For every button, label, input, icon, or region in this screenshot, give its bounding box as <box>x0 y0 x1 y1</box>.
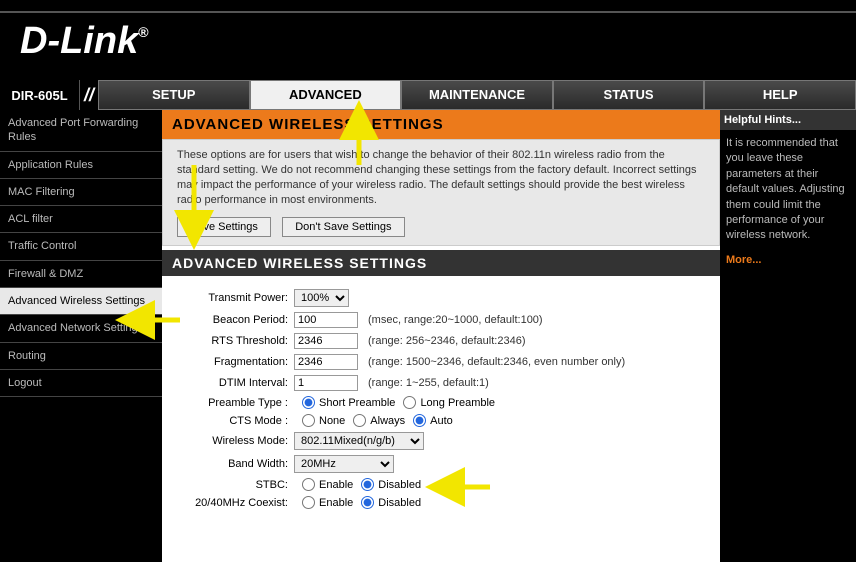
sidebar: Advanced Port Forwarding Rules Applicati… <box>0 110 162 562</box>
help-more-link[interactable]: More... <box>726 254 761 266</box>
save-button[interactable]: Save Settings <box>177 217 271 237</box>
main-panel: ADVANCED WIRELESS SETTINGS These options… <box>162 110 720 562</box>
label-wireless-mode: Wireless Mode: <box>166 435 294 447</box>
label-coexist: 20/40MHz Coexist: <box>166 497 294 509</box>
settings-form: Transmit Power: 100% Beacon Period: (mse… <box>162 276 720 522</box>
radio-stbc-disabled[interactable] <box>361 478 374 491</box>
brand-logo: D-Link® <box>20 20 149 63</box>
label-dtim-interval: DTIM Interval: <box>166 377 294 389</box>
model-label: DIR-605L <box>0 80 80 110</box>
sidebar-item-mac-filtering[interactable]: MAC Filtering <box>0 179 162 206</box>
radio-preamble-short[interactable] <box>302 396 315 409</box>
band-width-select[interactable]: 20MHz <box>294 455 394 473</box>
sidebar-item-traffic-control[interactable]: Traffic Control <box>0 233 162 260</box>
label-cts-mode: CTS Mode : <box>166 415 294 427</box>
header: D-Link® <box>0 0 856 80</box>
fragmentation-input[interactable] <box>294 354 358 370</box>
tab-bar: SETUP ADVANCED MAINTENANCE STATUS HELP <box>98 80 856 110</box>
tab-advanced[interactable]: ADVANCED <box>250 80 402 110</box>
brand-text: D-Link <box>20 20 138 62</box>
opt-preamble-long: Long Preamble <box>420 397 495 409</box>
opt-cts-auto: Auto <box>430 415 453 427</box>
label-beacon-period: Beacon Period: <box>166 314 294 326</box>
dont-save-button[interactable]: Don't Save Settings <box>282 217 404 237</box>
tab-setup[interactable]: SETUP <box>98 80 250 110</box>
help-column: Helpful Hints... It is recommended that … <box>720 110 856 562</box>
tab-status[interactable]: STATUS <box>553 80 705 110</box>
tab-maintenance[interactable]: MAINTENANCE <box>401 80 553 110</box>
sidebar-item-firewall-dmz[interactable]: Firewall & DMZ <box>0 261 162 288</box>
label-fragmentation: Fragmentation: <box>166 356 294 368</box>
opt-stbc-disabled: Disabled <box>378 479 421 491</box>
label-preamble: Preamble Type : <box>166 397 294 409</box>
note-dtim-interval: (range: 1~255, default:1) <box>368 377 489 389</box>
radio-preamble-long[interactable] <box>403 396 416 409</box>
sidebar-item-application-rules[interactable]: Application Rules <box>0 152 162 179</box>
panel-title: ADVANCED WIRELESS SETTINGS <box>162 110 720 139</box>
radio-stbc-enable[interactable] <box>302 478 315 491</box>
tab-help[interactable]: HELP <box>704 80 856 110</box>
help-text: It is recommended that you leave these p… <box>726 136 850 244</box>
opt-cts-none: None <box>319 415 345 427</box>
header-divider <box>0 11 856 13</box>
opt-preamble-short: Short Preamble <box>319 397 395 409</box>
sidebar-item-advanced-wireless[interactable]: Advanced Wireless Settings <box>0 288 162 315</box>
radio-cts-always[interactable] <box>353 414 366 427</box>
sidebar-item-acl-filter[interactable]: ACL filter <box>0 206 162 233</box>
note-beacon-period: (msec, range:20~1000, default:100) <box>368 314 543 326</box>
transmit-power-select[interactable]: 100% <box>294 289 349 307</box>
radio-coexist-enable[interactable] <box>302 496 315 509</box>
opt-cts-always: Always <box>370 415 405 427</box>
dtim-interval-input[interactable] <box>294 375 358 391</box>
wireless-mode-select[interactable]: 802.11Mixed(n/g/b) <box>294 432 424 450</box>
radio-cts-none[interactable] <box>302 414 315 427</box>
label-stbc: STBC: <box>166 479 294 491</box>
opt-coexist-disabled: Disabled <box>378 497 421 509</box>
section-title: ADVANCED WIRELESS SETTINGS <box>162 250 720 276</box>
top-nav: DIR-605L // SETUP ADVANCED MAINTENANCE S… <box>0 80 856 110</box>
description-text: These options are for users that wish to… <box>177 148 705 207</box>
help-title: Helpful Hints... <box>720 110 856 130</box>
radio-cts-auto[interactable] <box>413 414 426 427</box>
sidebar-item-port-forwarding[interactable]: Advanced Port Forwarding Rules <box>0 110 162 152</box>
beacon-period-input[interactable] <box>294 312 358 328</box>
label-rts-threshold: RTS Threshold: <box>166 335 294 347</box>
note-rts-threshold: (range: 256~2346, default:2346) <box>368 335 526 347</box>
note-fragmentation: (range: 1500~2346, default:2346, even nu… <box>368 356 625 368</box>
label-band-width: Band Width: <box>166 458 294 470</box>
slashes-decor: // <box>80 80 98 110</box>
sidebar-item-logout[interactable]: Logout <box>0 370 162 397</box>
radio-coexist-disabled[interactable] <box>361 496 374 509</box>
registered-mark: ® <box>138 24 148 40</box>
opt-stbc-enable: Enable <box>319 479 353 491</box>
rts-threshold-input[interactable] <box>294 333 358 349</box>
opt-coexist-enable: Enable <box>319 497 353 509</box>
description-box: These options are for users that wish to… <box>162 139 720 246</box>
sidebar-item-advanced-network[interactable]: Advanced Network Settings <box>0 315 162 342</box>
sidebar-item-routing[interactable]: Routing <box>0 343 162 370</box>
label-transmit-power: Transmit Power: <box>166 292 294 304</box>
